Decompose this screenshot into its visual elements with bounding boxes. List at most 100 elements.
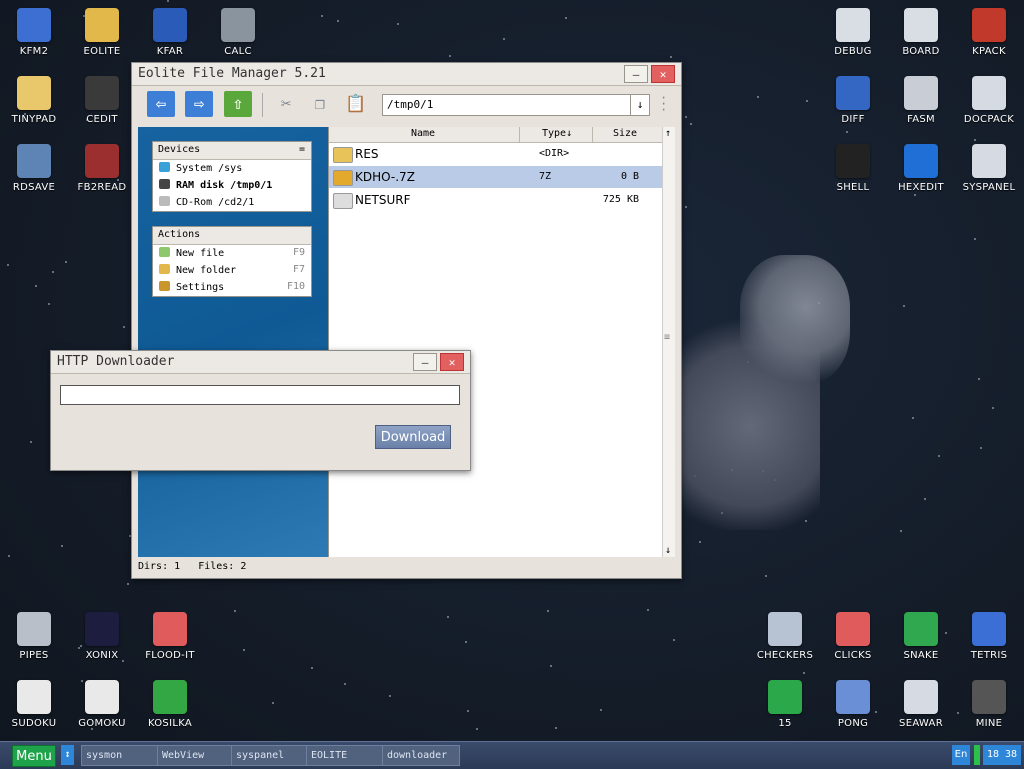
star [243,649,245,651]
close-button[interactable]: ✕ [440,353,464,371]
desktop-icon-debug[interactable]: DEBUG [819,8,887,57]
downloader-titlebar[interactable]: HTTP Downloader – ✕ [51,351,470,374]
desktop-icon-docpack[interactable]: DOCPACK [955,76,1023,125]
file-size: 0 B [620,171,639,182]
url-input[interactable] [60,385,460,405]
star [547,610,549,612]
desktop-icon-clicks[interactable]: CLICKS [819,612,887,661]
desktop-icon-label: PONG [837,718,869,729]
copy-button[interactable]: ❐ [306,91,334,117]
devices-header[interactable]: Devices = [153,142,311,160]
taskbar-item-downloader[interactable]: downloader [382,745,460,766]
desktop-icon-syspanel[interactable]: SYSPANEL [955,144,1023,193]
forward-button[interactable]: ⇨ [185,91,213,117]
star [476,728,478,730]
star [924,498,926,500]
device-item[interactable]: RAM disk /tmp0/1 [153,177,311,194]
back-button[interactable]: ⇦ [147,91,175,117]
switch-button[interactable]: ↕ [61,745,74,765]
desktop-icon-hexedit[interactable]: HEXEDIT [887,144,955,193]
column-size[interactable]: Size [613,128,637,139]
settings-icon [159,281,170,291]
shortcut-key: F9 [292,247,305,258]
desktop-icon-board[interactable]: BOARD [887,8,955,57]
scroll-down-arrow[interactable]: ↓ [665,545,671,556]
star [61,545,63,547]
desktop-icon-diff[interactable]: DIFF [819,76,887,125]
desktop-icon-kfar[interactable]: KFAR [136,8,204,57]
desktop-icon-seawar[interactable]: SEAWAR [887,680,955,729]
download-button[interactable]: Download [375,425,451,449]
desktop-icon-pipes[interactable]: PIPES [0,612,68,661]
taskbar-item-eolite[interactable]: EOLITE [306,745,384,766]
actions-panel: Actions New file F9 New folder F7 Settings F1… [152,226,312,297]
desktop-icon-tinypad[interactable]: TINYPAD [0,76,68,125]
action-item[interactable]: New folder F7 [153,262,311,279]
mower-icon [153,680,187,714]
scroll-up-arrow[interactable]: ↑ [665,128,671,139]
star [234,610,236,612]
collapse-icon[interactable]: = [299,144,305,155]
file-row[interactable]: NETSURF 725 KB [329,189,665,211]
desktop-icon-pong[interactable]: PONG [819,680,887,729]
close-button[interactable]: ✕ [651,65,675,83]
file-manager-titlebar[interactable]: Eolite File Manager 5.21 – ✕ [132,63,681,86]
star [344,683,346,685]
path-field[interactable]: /tmp0/1 ↓ [382,94,650,116]
desktop-icon-kosilka[interactable]: KOSILKA [136,680,204,729]
file-row[interactable]: KDHO-.7Z 7Z 0 B [329,166,665,188]
scroll-thumb[interactable]: ≡ [664,332,670,343]
taskbar: Menu ↕ sysmon WebView syspanel EOLITE downlo… [0,741,1024,769]
taskbar-item-sysmon[interactable]: sysmon [81,745,159,766]
desktop-icon-label: TETRIS [970,650,1008,661]
desktop-icon-snake[interactable]: SNAKE [887,612,955,661]
file-row[interactable]: RES <DIR> [329,143,665,165]
hex-icon [904,144,938,178]
device-item[interactable]: System /sys [153,160,311,177]
star [685,116,687,118]
minimize-button[interactable]: – [413,353,437,371]
clock[interactable]: 18 38 [983,745,1021,765]
desktop-icon-cedit[interactable]: CEDIT [68,76,136,125]
scissors-icon: ✂ [280,94,292,114]
file-type: <DIR> [539,148,570,159]
desktop-icon-shell[interactable]: SHELL [819,144,887,193]
device-item[interactable]: CD-Rom /cd2/1 [153,194,311,211]
cut-button[interactable]: ✂ [272,91,300,117]
up-button[interactable]: ⇧ [224,91,252,117]
action-item[interactable]: New file F9 [153,245,311,262]
taskbar-item-syspanel[interactable]: syspanel [231,745,309,766]
desktop-icon-fb2read[interactable]: FB2READ [68,144,136,193]
file-manager-icon [153,8,187,42]
desktop-icon-checkers[interactable]: CHECKERS [751,612,819,661]
action-item[interactable]: Settings F10 [153,279,311,296]
desktop-icon-rdsave[interactable]: RDSAVE [0,144,68,193]
desktop-icon-kpack[interactable]: KPACK [955,8,1023,57]
star [914,194,916,196]
desktop-icon-15[interactable]: 15 [751,680,819,729]
action-label: Settings [176,282,225,293]
desktop-icon-sudoku[interactable]: SUDOKU [0,680,68,729]
desktop-icon-kfm2[interactable]: KFM2 [0,8,68,57]
desktop-icon-tetris[interactable]: TETRIS [955,612,1023,661]
column-type[interactable]: Type↓ [542,128,572,139]
path-dropdown-button[interactable]: ↓ [630,95,649,115]
downloader-title: HTTP Downloader [57,354,175,369]
menu-button[interactable]: Menu [12,745,56,767]
paste-button[interactable]: 📋 [342,91,370,117]
desktop-icon-eolite[interactable]: EOLITE [68,8,136,57]
desktop-icon-gomoku[interactable]: GOMOKU [68,680,136,729]
desktop-icon-flood-it[interactable]: FLOOD-IT [136,612,204,661]
desktop-icon-fasm[interactable]: FASM [887,76,955,125]
column-name[interactable]: Name [411,128,435,139]
language-indicator[interactable]: En [952,745,970,765]
more-menu-icon[interactable]: · · · [660,92,667,116]
desktop-icon-mine[interactable]: MINE [955,680,1023,729]
taskbar-item-webview[interactable]: WebView [157,745,235,766]
star [938,455,940,457]
save-icon [17,144,51,178]
desktop-icon-xonix[interactable]: XONIX [68,612,136,661]
minimize-button[interactable]: – [624,65,648,83]
desktop-icon-calc[interactable]: CALC [204,8,272,57]
vertical-scrollbar[interactable]: ↑ ≡ ↓ [662,127,675,557]
